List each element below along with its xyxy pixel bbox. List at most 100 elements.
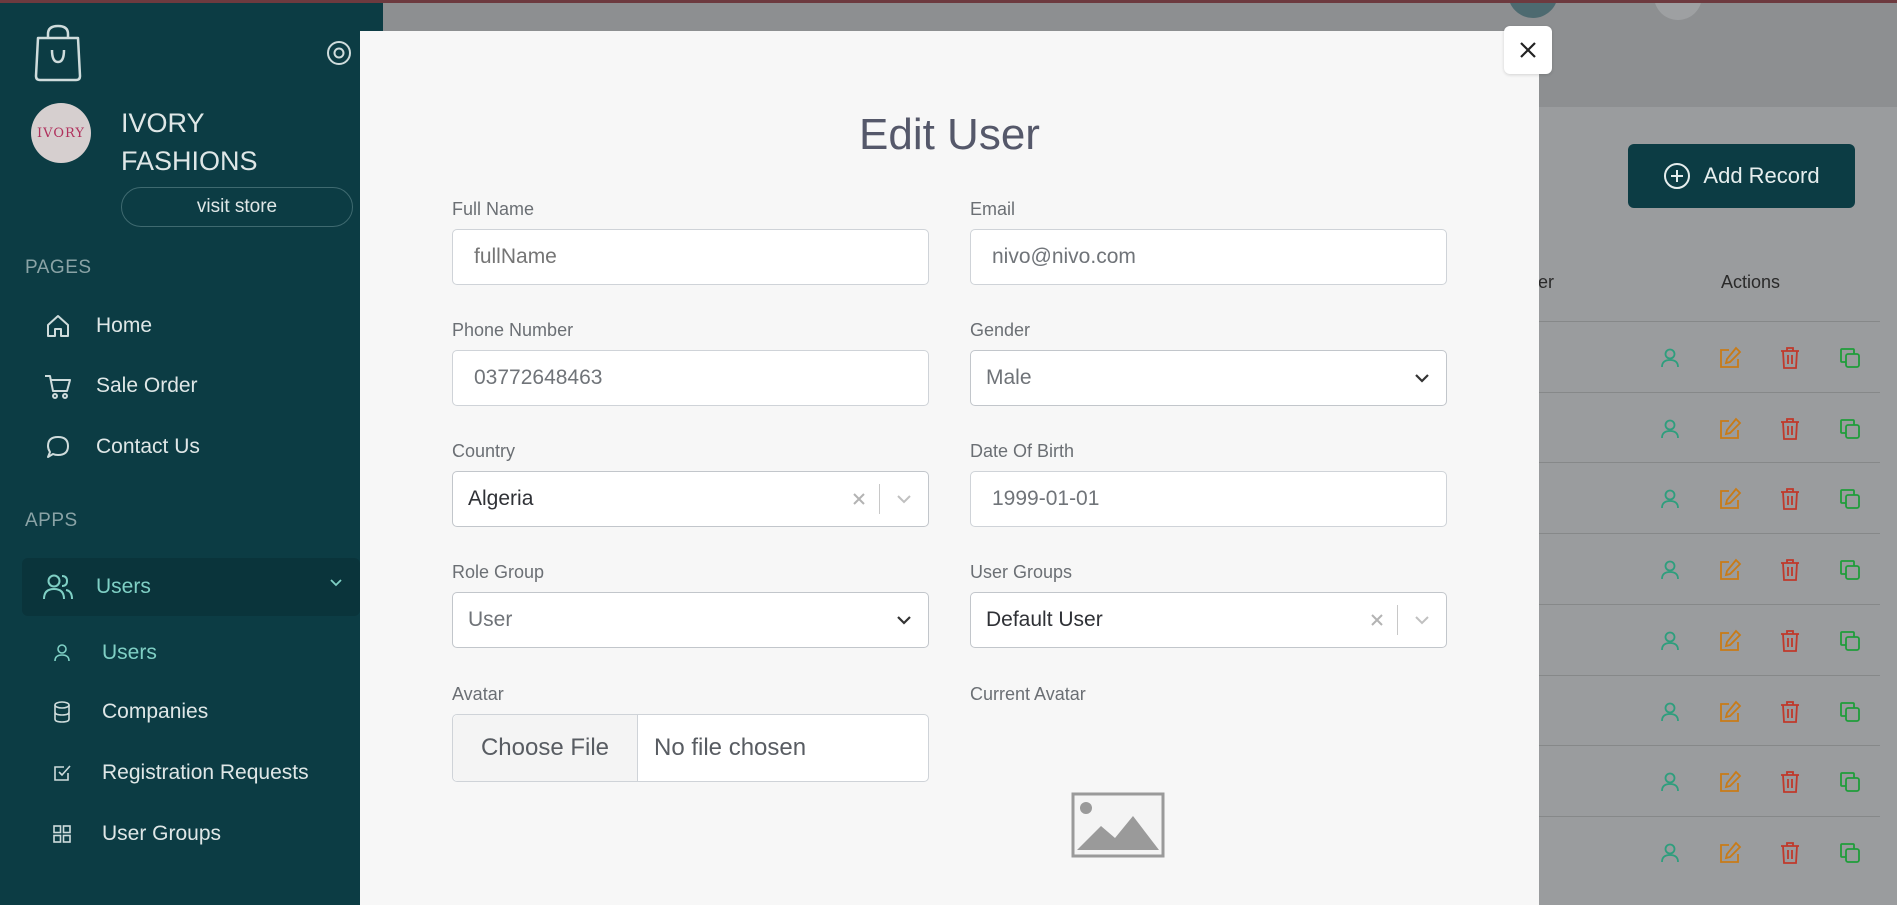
view-user-icon[interactable] [1640,697,1700,727]
view-user-icon[interactable] [1640,484,1700,514]
chevron-down-icon[interactable] [1398,593,1446,647]
sidebar-item-label: Sale Order [96,374,198,397]
edit-icon[interactable] [1700,555,1760,585]
trash-icon[interactable] [1760,343,1820,373]
sidebar-item-label: Users [96,575,151,598]
sidebar-item-label: Registration Requests [102,761,309,784]
edit-icon[interactable] [1700,697,1760,727]
dob-input[interactable] [970,471,1447,527]
edit-icon[interactable] [1700,343,1760,373]
plus-circle-icon [1664,163,1691,189]
table-row-divider [1538,745,1880,747]
trash-icon[interactable] [1760,767,1820,797]
chevron-down-icon[interactable] [880,472,928,526]
table-row-divider [1538,533,1880,535]
role-group-select[interactable]: User [452,592,929,648]
sidebar-subitem-registration-requests[interactable]: Registration Requests [50,751,309,795]
user-groups-label: User Groups [970,562,1073,582]
sidebar-item-label: Companies [102,700,209,723]
close-icon [1520,42,1536,58]
view-user-icon[interactable] [1640,626,1700,656]
clear-icon[interactable] [1357,593,1397,647]
copy-icon[interactable] [1820,767,1880,797]
edit-icon[interactable] [1700,838,1760,868]
dob-label: Date Of Birth [970,441,1075,461]
database-icon [50,700,74,724]
table-row-divider [1538,321,1880,322]
view-user-icon[interactable] [1640,343,1700,373]
chevron-down-icon [330,579,342,587]
trash-icon[interactable] [1760,697,1820,727]
chevron-down-icon [1398,351,1446,405]
sidebar-item-contact-us[interactable]: Contact Us [22,423,360,471]
phone-label: Phone Number [452,320,574,340]
table-row-divider [1538,674,1880,676]
visit-store-button[interactable]: visit store [121,187,353,227]
chevron-down-icon [880,593,928,647]
copy-icon[interactable] [1820,838,1880,868]
trash-icon[interactable] [1760,626,1820,656]
table-row [1640,343,1880,373]
edit-icon[interactable] [1700,484,1760,514]
sidebar-item-label: Users [102,641,157,664]
avatar-file-input[interactable]: Choose File No file chosen [452,714,929,782]
table-row [1640,626,1880,656]
view-user-icon[interactable] [1640,838,1700,868]
gender-label: Gender [970,320,1031,340]
sidebar-item-sale-order[interactable]: Sale Order [22,362,360,410]
view-user-icon[interactable] [1640,555,1700,585]
view-user-icon[interactable] [1640,414,1700,444]
email-label: Email [970,199,1016,219]
edit-icon[interactable] [1700,767,1760,797]
top-strip [0,0,1897,3]
section-label-pages: PAGES [25,257,92,278]
sidebar-item-home[interactable]: Home [22,302,360,350]
country-select[interactable]: Algeria [452,471,929,527]
table-row [1640,697,1880,727]
full-name-input[interactable] [452,229,929,285]
email-input[interactable] [970,229,1447,285]
edit-icon[interactable] [1700,626,1760,656]
view-user-icon[interactable] [1640,767,1700,797]
table-row [1640,484,1880,514]
country-label: Country [452,441,516,461]
choose-file-button[interactable]: Choose File [453,715,638,781]
user-groups-select[interactable]: Default User [970,592,1447,648]
sidebar-subitem-user-groups[interactable]: User Groups [50,812,221,856]
country-value: Algeria [468,487,534,510]
copy-icon[interactable] [1820,484,1880,514]
gender-select[interactable]: Male [970,350,1447,406]
cart-icon [42,370,74,402]
phone-input[interactable] [452,350,929,406]
role-group-value: User [468,608,513,631]
sidebar-subitem-companies[interactable]: Companies [50,690,208,734]
copy-icon[interactable] [1820,555,1880,585]
copy-icon[interactable] [1820,626,1880,656]
table-row [1640,555,1880,585]
store-logo-text: IVORY [37,125,85,141]
file-status: No file chosen [654,734,807,761]
table-row-divider [1538,391,1880,393]
trash-icon[interactable] [1760,838,1820,868]
clear-icon[interactable] [839,472,879,526]
sidebar: IVORY IVORY FASHIONS visit store PAGES H… [0,0,383,905]
add-record-label: Add Record [1703,163,1820,188]
user-groups-value: Default User [986,608,1103,631]
copy-icon[interactable] [1820,697,1880,727]
close-modal-button[interactable] [1504,26,1552,74]
grid-icon [50,822,74,846]
current-avatar-label: Current Avatar [970,684,1086,704]
trash-icon[interactable] [1760,555,1820,585]
sidebar-subitem-users[interactable]: Users [50,631,157,675]
edit-icon[interactable] [1700,414,1760,444]
trash-icon[interactable] [1760,414,1820,444]
sidebar-item-users-group[interactable]: Users [22,558,360,616]
role-group-label: Role Group [452,562,545,582]
table-row-divider [1538,603,1880,605]
copy-icon[interactable] [1820,343,1880,373]
add-record-button[interactable]: Add Record [1628,144,1855,208]
trash-icon[interactable] [1760,484,1820,514]
collapse-sidebar-icon[interactable] [325,39,353,67]
copy-icon[interactable] [1820,414,1880,444]
home-icon [42,310,74,342]
